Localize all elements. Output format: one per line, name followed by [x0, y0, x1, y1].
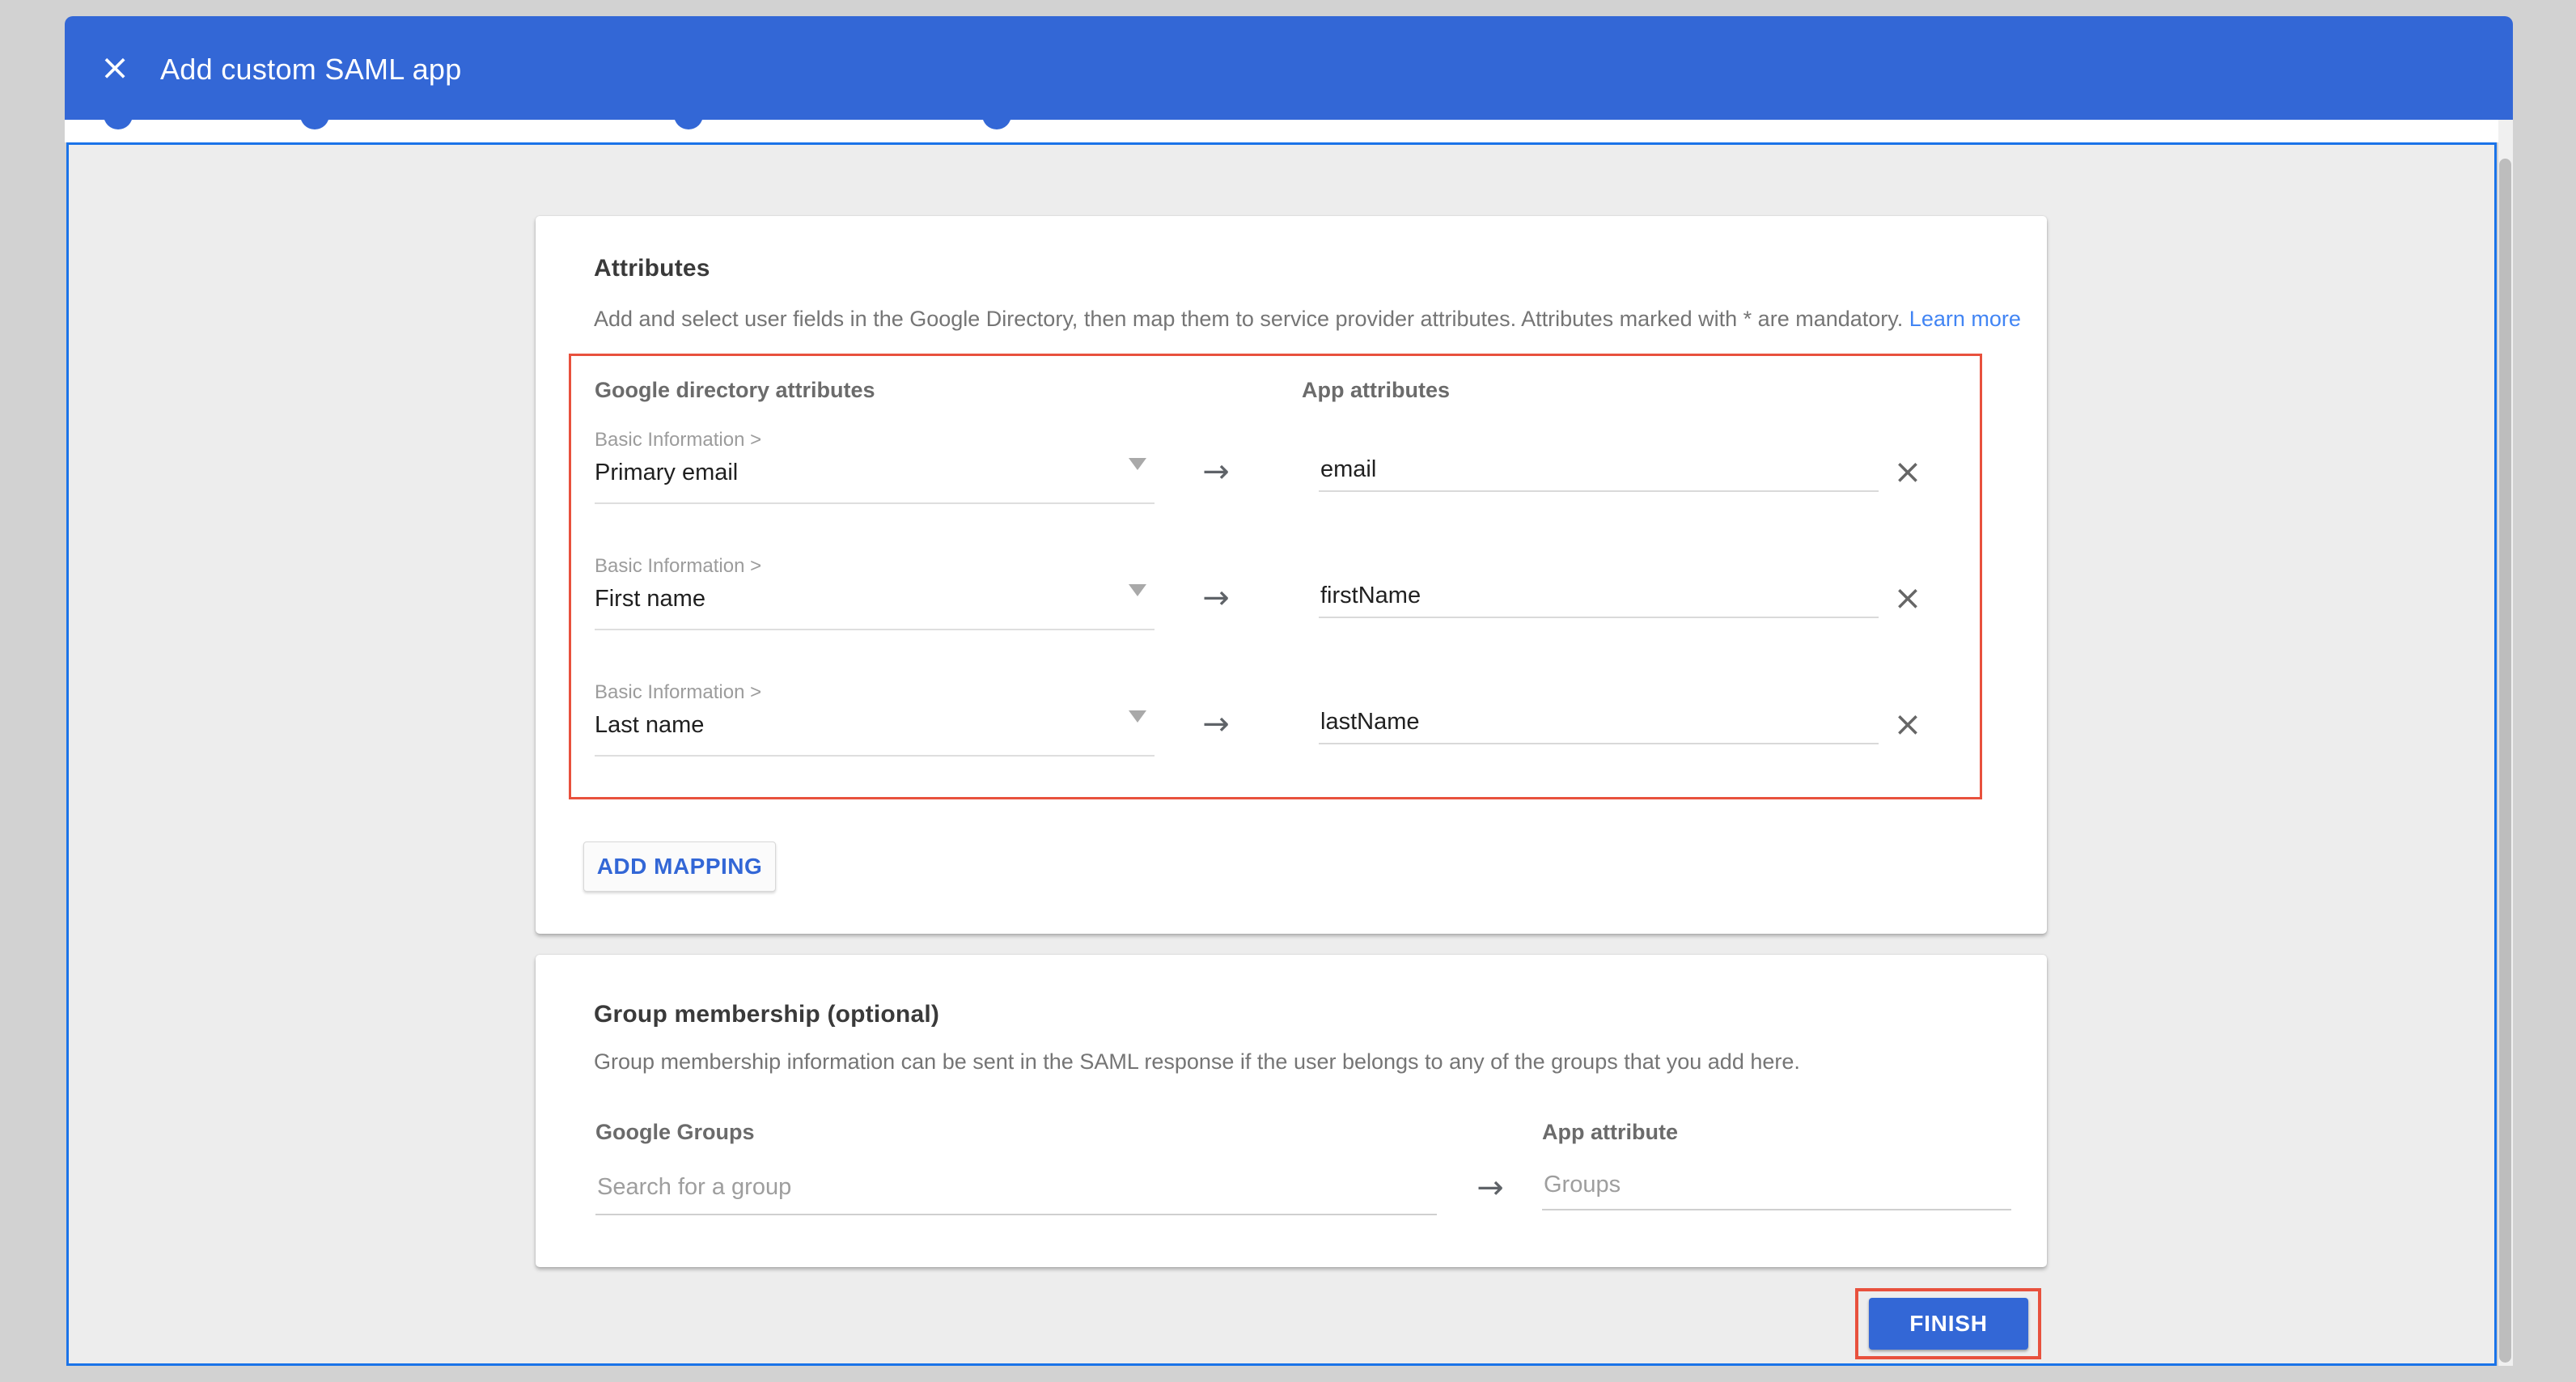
- arrow-right-icon: →: [1192, 449, 1240, 494]
- app-attribute-input[interactable]: [1319, 701, 1879, 744]
- close-icon[interactable]: ×: [94, 47, 136, 89]
- header-gap-strip: [65, 120, 2513, 142]
- app-attribute-input[interactable]: [1319, 574, 1879, 618]
- scrollbar-thumb[interactable]: [2499, 159, 2511, 1363]
- group-search-input[interactable]: [595, 1160, 1437, 1215]
- remove-mapping-icon[interactable]: ×: [1888, 579, 1927, 617]
- remove-mapping-icon[interactable]: ×: [1888, 452, 1927, 491]
- directory-category-label: Basic Information >: [595, 681, 761, 704]
- directory-field-select[interactable]: First name: [595, 586, 705, 613]
- add-mapping-button[interactable]: ADD MAPPING: [583, 841, 776, 892]
- dialog-title: Add custom SAML app: [160, 52, 462, 87]
- select-underline: [595, 755, 1155, 757]
- directory-field-select[interactable]: Primary email: [595, 460, 738, 486]
- group-card-title: Group membership (optional): [594, 1001, 939, 1028]
- attributes-card-title: Attributes: [594, 255, 710, 282]
- arrow-right-icon: →: [1192, 702, 1240, 747]
- attributes-card-description: Add and select user fields in the Google…: [594, 307, 2021, 332]
- directory-category-label: Basic Information >: [595, 429, 761, 451]
- app-attributes-header: App attributes: [1302, 378, 1450, 403]
- attributes-description-text: Add and select user fields in the Google…: [594, 307, 1903, 331]
- attributes-card: Attributes Add and select user fields in…: [536, 216, 2047, 934]
- mapping-annotation-box: Google directory attributes App attribut…: [569, 354, 1982, 799]
- app-attribute-header: App attribute: [1542, 1120, 1678, 1145]
- add-custom-saml-app-dialog: × Add custom SAML app Attributes Add and…: [0, 0, 2576, 1382]
- mapping-row: Basic Information > First name → ×: [595, 553, 1960, 675]
- group-app-attribute-input[interactable]: [1542, 1160, 2011, 1210]
- learn-more-link[interactable]: Learn more: [1909, 307, 2021, 331]
- app-attribute-input[interactable]: [1319, 448, 1879, 492]
- directory-field-select[interactable]: Last name: [595, 712, 704, 739]
- dialog-header: × Add custom SAML app: [65, 16, 2513, 120]
- google-groups-header: Google Groups: [595, 1120, 755, 1145]
- directory-category-label: Basic Information >: [595, 555, 761, 578]
- mapping-row: Basic Information > Primary email → ×: [595, 427, 1960, 549]
- finish-button[interactable]: FINISH: [1869, 1298, 2028, 1350]
- select-underline: [595, 629, 1155, 630]
- select-underline: [595, 502, 1155, 504]
- arrow-right-icon: →: [1192, 575, 1240, 621]
- arrow-right-icon: →: [1466, 1165, 1515, 1210]
- dropdown-arrow-icon[interactable]: [1129, 710, 1146, 723]
- dropdown-arrow-icon[interactable]: [1129, 458, 1146, 470]
- dropdown-arrow-icon[interactable]: [1129, 584, 1146, 596]
- group-card-description: Group membership information can be sent…: [594, 1049, 1800, 1075]
- remove-mapping-icon[interactable]: ×: [1888, 705, 1927, 744]
- mapping-row: Basic Information > Last name → ×: [595, 680, 1960, 801]
- group-membership-card: Group membership (optional) Group member…: [536, 955, 2047, 1267]
- google-directory-attributes-header: Google directory attributes: [595, 378, 875, 403]
